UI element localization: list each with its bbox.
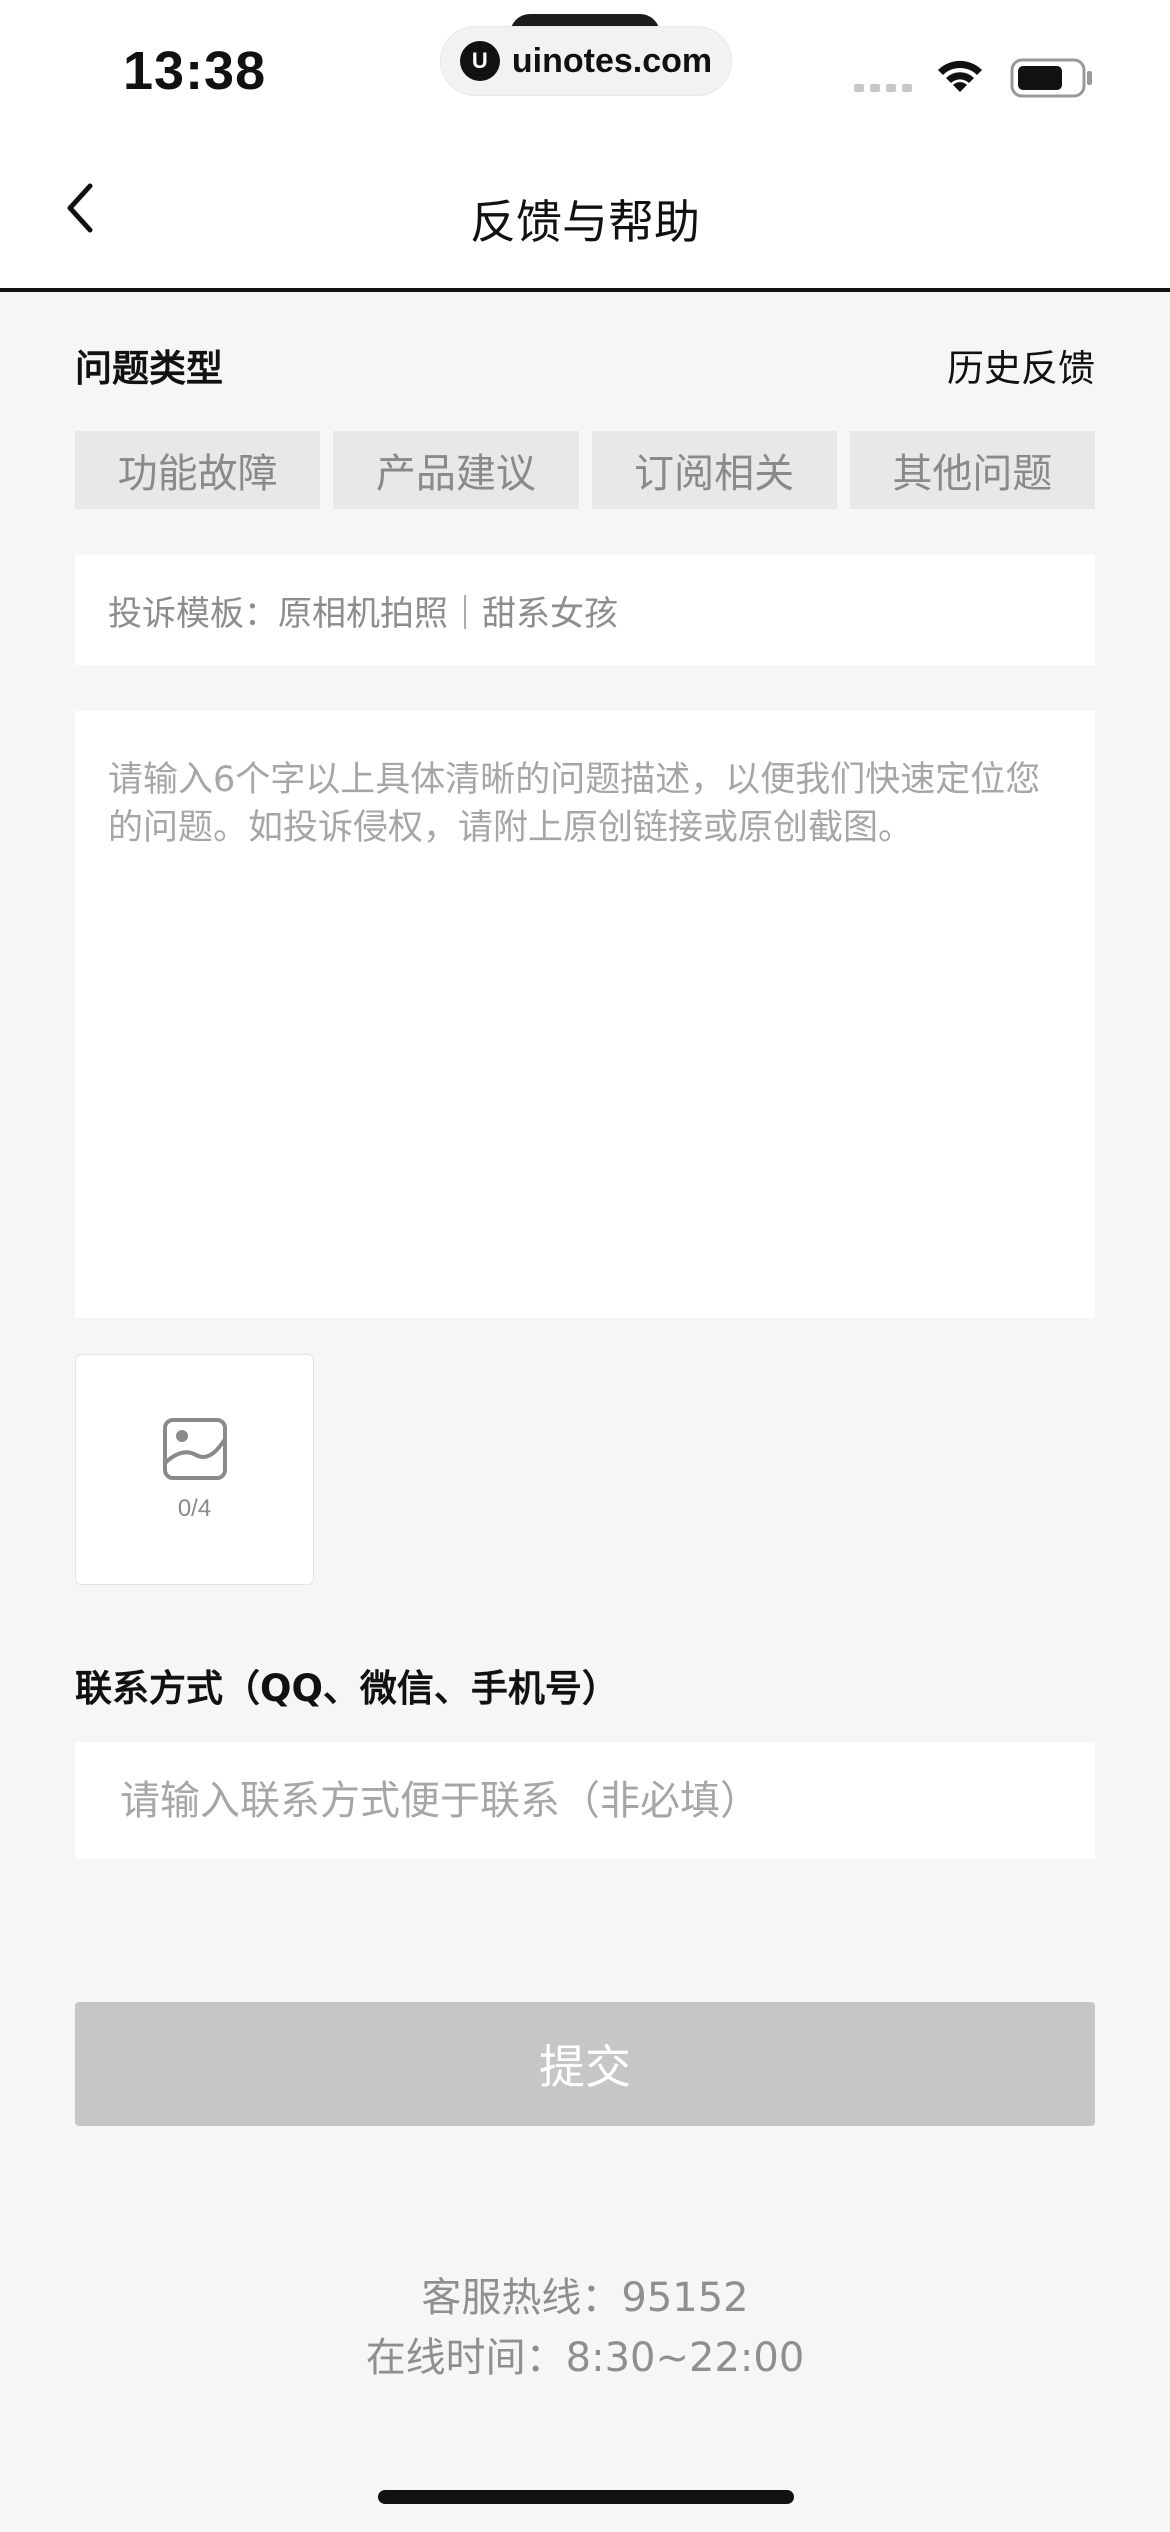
status-time: 13:38 [123, 41, 267, 101]
issue-type-options: 功能故障 产品建议 订阅相关 其他问题 [75, 431, 1095, 509]
nav-bar: 反馈与帮助 [0, 140, 1170, 292]
home-indicator [378, 2490, 794, 2504]
issue-type-label: 问题类型 [75, 347, 223, 390]
contact-label: 联系方式（QQ、微信、手机号） [75, 1667, 619, 1710]
page-title: 反馈与帮助 [470, 195, 700, 249]
history-feedback-link[interactable]: 历史反馈 [947, 338, 1095, 392]
complaint-template-text: 投诉模板：原相机拍照｜甜系女孩 [108, 593, 618, 634]
site-logo-icon: U [459, 41, 500, 81]
battery-icon [1010, 58, 1092, 98]
service-hours-text: 在线时间：8:30~22:00 [365, 2335, 805, 2381]
contact-input-wrapper [75, 1742, 1095, 1859]
description-box [75, 711, 1095, 1318]
issue-type-option[interactable]: 其他问题 [849, 431, 1095, 509]
contact-input[interactable] [120, 1742, 1095, 1859]
issue-type-option[interactable]: 订阅相关 [591, 431, 837, 509]
image-upload-button[interactable]: 0/4 [75, 1354, 314, 1585]
description-textarea[interactable] [108, 756, 1062, 1273]
signal-icon [854, 84, 912, 92]
hotline-text: 客服热线：95152 [421, 2275, 749, 2321]
url-text: uinotes.com [511, 41, 713, 80]
complaint-template-box[interactable]: 投诉模板：原相机拍照｜甜系女孩 [75, 555, 1095, 665]
issue-type-option[interactable]: 功能故障 [75, 431, 321, 509]
upload-count: 0/4 [177, 1494, 212, 1522]
footer: 客服热线：95152 在线时间：8:30~22:00 [0, 2268, 1170, 2388]
wifi-icon [938, 60, 982, 92]
status-bar: 13:38 U uinotes.com [0, 0, 1170, 140]
issue-type-option[interactable]: 产品建议 [333, 431, 579, 509]
submit-button[interactable]: 提交 [75, 2002, 1095, 2126]
url-pill[interactable]: U uinotes.com [440, 26, 732, 96]
image-icon [162, 1417, 227, 1480]
